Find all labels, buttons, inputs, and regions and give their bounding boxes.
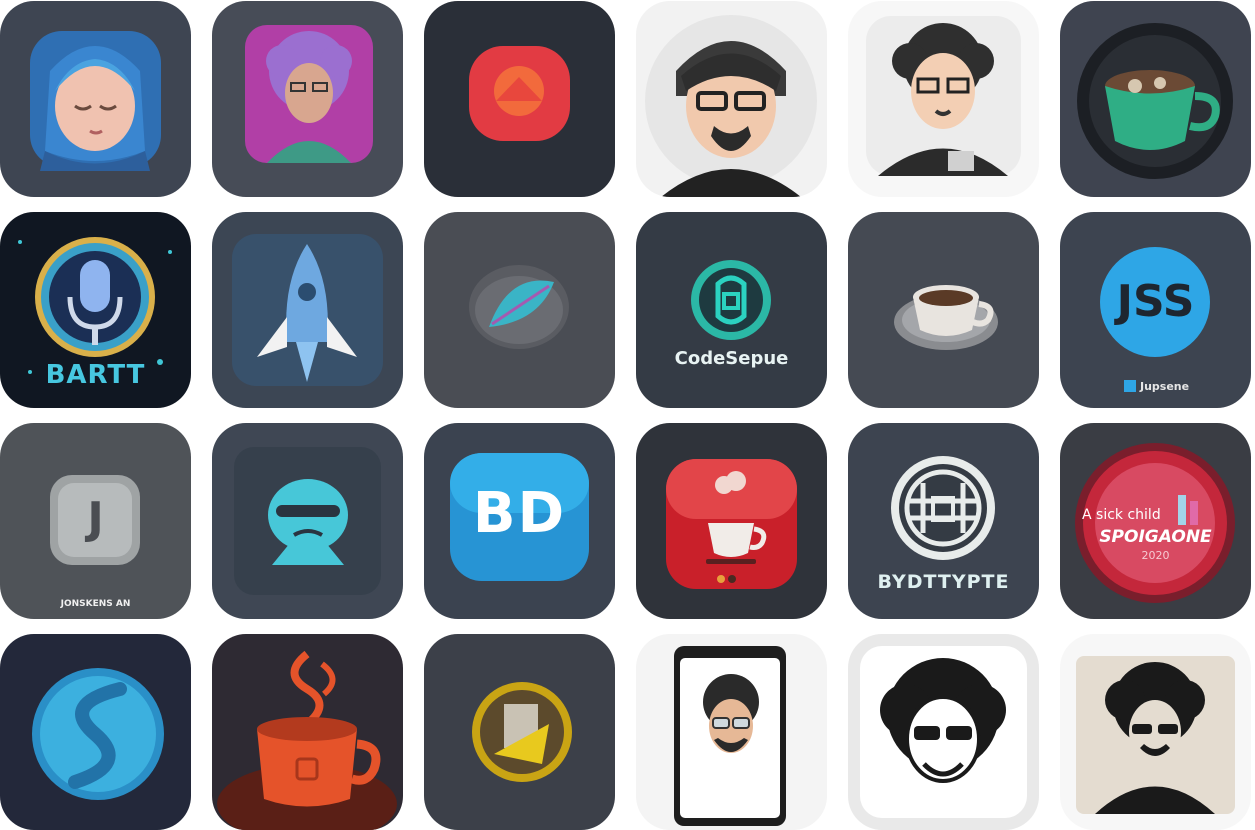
celtic-knot-label: BYDTTYPTE: [877, 571, 1010, 593]
icon-tile-11[interactable]: [848, 212, 1039, 408]
icon-grid: BARTT CodeSepue JSS Jupsene J JONSKENS A…: [0, 0, 1255, 830]
sleeping-girl-icon: [0, 1, 191, 197]
icon-tile-3[interactable]: [424, 1, 615, 197]
curly-hair-man-portrait-icon: [212, 1, 403, 197]
ninja-face-icon: [212, 423, 403, 619]
icon-tile-6[interactable]: [1060, 1, 1251, 197]
microphone-badge-label: BARTT: [45, 360, 146, 390]
icon-tile-23[interactable]: [848, 634, 1039, 830]
codesepue-label: CodeSepue: [674, 348, 789, 369]
icon-tile-14[interactable]: [212, 423, 403, 619]
red-badge-label-3: 2020: [1141, 549, 1170, 562]
jss-sublabel: Jupsene: [1140, 380, 1190, 393]
red-record-button-icon: [424, 1, 615, 197]
coffee-cup-saucer-icon: [848, 212, 1039, 408]
icon-tile-1[interactable]: [0, 1, 191, 197]
letter-j-sublabel: JONSKENS AN: [60, 599, 131, 609]
icon-tile-24[interactable]: [1060, 634, 1251, 830]
afro-sunglasses-man-icon: [848, 634, 1039, 830]
codesepue-logo-icon: [636, 212, 827, 408]
red-coffee-icon: [636, 423, 827, 619]
bearded-man-glasses-icon: [636, 1, 827, 197]
icon-tile-13[interactable]: J JONSKENS AN: [0, 423, 191, 619]
icon-tile-8[interactable]: [212, 212, 403, 408]
icon-tile-2[interactable]: [212, 1, 403, 197]
steaming-mug-icon: [212, 634, 403, 830]
letter-j-label: J: [87, 493, 104, 544]
blue-sphere-icon: [0, 634, 191, 830]
curly-hair-glasses-man-icon: [848, 1, 1039, 197]
red-badge-label-2: SPOIGAONE: [1099, 527, 1212, 547]
rocket-icon: [212, 212, 403, 408]
icon-tile-16[interactable]: [636, 423, 827, 619]
icon-tile-22[interactable]: [636, 634, 827, 830]
red-badge-label: A sick child: [1082, 507, 1161, 523]
icon-tile-20[interactable]: [212, 634, 403, 830]
icon-tile-12[interactable]: JSS Jupsene: [1060, 212, 1251, 408]
jss-label: JSS: [1116, 276, 1195, 327]
icon-tile-19[interactable]: [0, 634, 191, 830]
feather-icon: [424, 212, 615, 408]
bd-label: BD: [472, 481, 567, 546]
afro-sunglasses-portrait-icon: [1060, 634, 1251, 830]
phone-avatar-icon: [636, 634, 827, 830]
icon-tile-7[interactable]: BARTT: [0, 212, 191, 408]
icon-tile-21[interactable]: [424, 634, 615, 830]
gold-coin-icon: [424, 634, 615, 830]
icon-tile-9[interactable]: [424, 212, 615, 408]
icon-tile-5[interactable]: [848, 1, 1039, 197]
icon-tile-17[interactable]: BYDTTYPTE: [848, 423, 1039, 619]
icon-tile-18[interactable]: A sick child SPOIGAONE 2020: [1060, 423, 1251, 619]
icon-tile-4[interactable]: [636, 1, 827, 197]
coffee-cup-icon: [1060, 1, 1251, 197]
icon-tile-10[interactable]: CodeSepue: [636, 212, 827, 408]
icon-tile-15[interactable]: BD: [424, 423, 615, 619]
